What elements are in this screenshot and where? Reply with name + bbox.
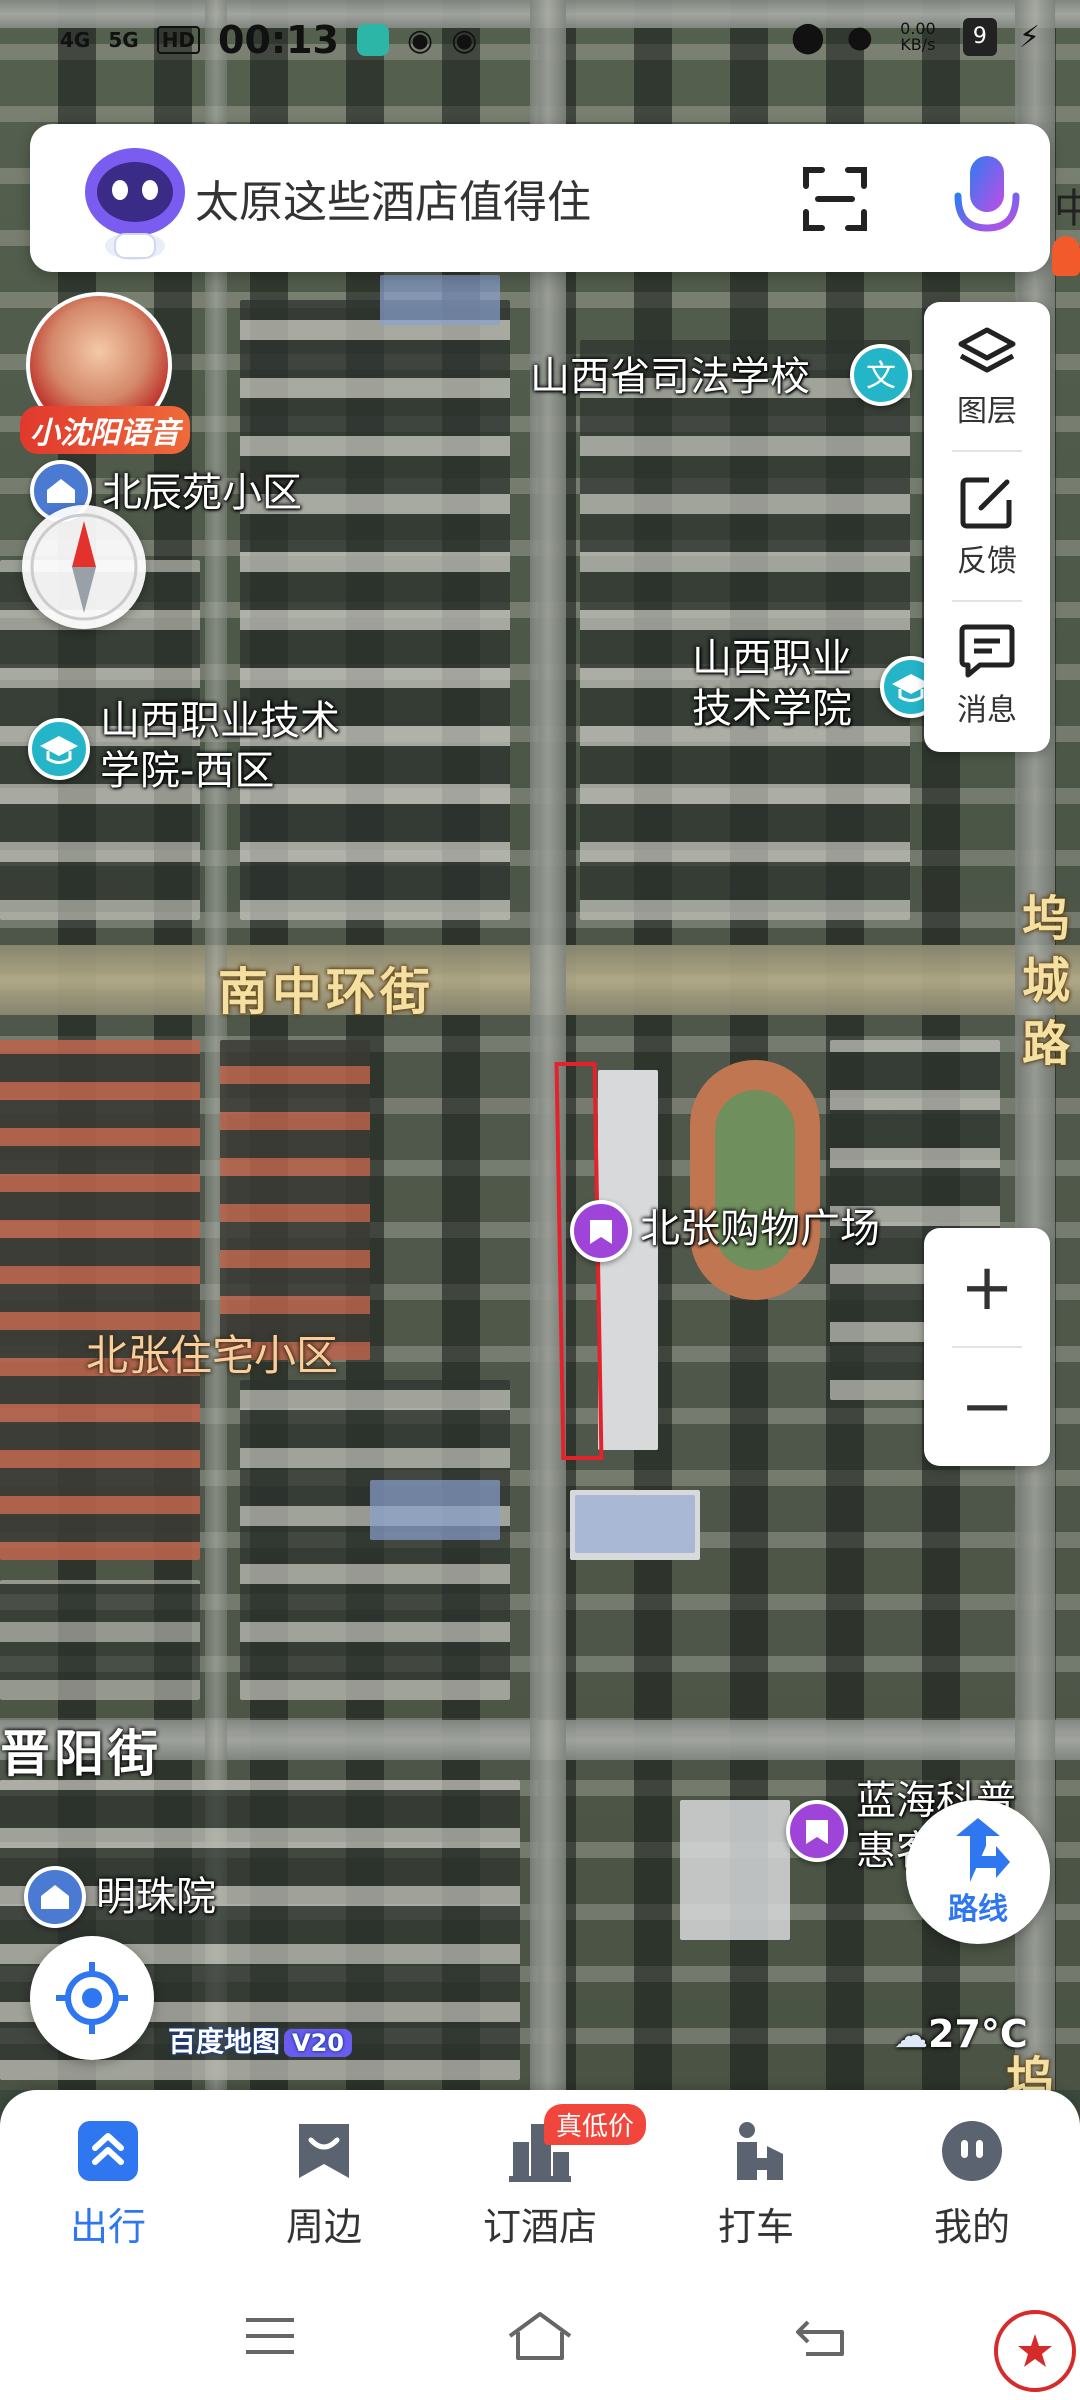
feedback-button[interactable]: 反馈 <box>924 457 1050 597</box>
voice-assistant-label[interactable]: 小沈阳语音 <box>20 406 190 454</box>
messages-label: 消息 <box>957 693 1017 728</box>
blue-roof <box>575 1495 695 1553</box>
nav-hotel-label: 订酒店 <box>482 2205 597 2249</box>
bottom-nav: 出行 周边 订酒店 打车 我的 <box>0 2090 1080 2270</box>
layers-icon <box>958 327 1016 373</box>
nav-profile[interactable]: 我的 <box>882 2118 1062 2258</box>
brand-version: V20 <box>284 2029 352 2057</box>
shopping-pin-icon[interactable] <box>570 1200 632 1262</box>
district-label-beizhang: 北张住宅小区 <box>86 1331 339 1380</box>
school-pin-icon[interactable]: 文 <box>850 344 912 406</box>
back-icon[interactable] <box>792 2308 852 2364</box>
feedback-edit-icon <box>960 477 1012 529</box>
poi-label-shanxi-vocational-west[interactable]: 山西职业技术 学院-西区 <box>100 696 340 796</box>
battery-icon: 9 <box>962 18 997 56</box>
search-input[interactable]: 太原这些酒店值得住 <box>195 166 591 230</box>
profile-icon <box>942 2121 1002 2181</box>
poi-label-beizhang-mall[interactable]: 北张购物广场 <box>640 1204 880 1254</box>
weather-widget[interactable]: ☁27°C <box>894 2012 1028 2056</box>
nav-nearby-label: 周边 <box>285 2205 362 2249</box>
school-pin-icon[interactable] <box>28 718 90 780</box>
search-bar[interactable]: 太原这些酒店值得住 <box>30 124 1050 272</box>
poi-label-shanxi-vocational[interactable]: 山西职业 技术学院 <box>692 634 852 734</box>
location-icon: ⬤ <box>791 19 825 55</box>
divider <box>952 450 1022 452</box>
signal-4g: 4G <box>60 28 91 52</box>
partial-edge-text: 中 <box>1054 186 1080 232</box>
red-roof-block <box>0 1040 200 1560</box>
promo-badge: 真低价 <box>544 2104 647 2145</box>
road-label-wucheng: 坞城路 <box>1022 891 1075 1072</box>
message-icon <box>959 624 1015 678</box>
my-location-button[interactable] <box>30 1936 154 2060</box>
feedback-label: 反馈 <box>957 544 1017 579</box>
location-notify-icon: ◉ <box>451 22 478 58</box>
nav-nearby[interactable]: 周边 <box>234 2118 414 2258</box>
compass-button[interactable] <box>22 505 146 629</box>
nearby-icon <box>299 2124 349 2178</box>
shopping-pin-icon[interactable] <box>786 1800 848 1862</box>
market-roof <box>680 1800 790 1940</box>
microphone-icon[interactable] <box>942 150 1032 250</box>
blue-roof <box>380 275 500 325</box>
road-label-jinyang: 晋阳街 <box>0 1725 162 1783</box>
red-roof-block <box>220 1040 370 1360</box>
compass-icon <box>30 513 138 621</box>
building-block <box>240 1380 510 1700</box>
travel-icon <box>78 2121 138 2181</box>
location-notify-icon: ◉ <box>407 22 434 58</box>
layers-button[interactable]: 图层 <box>924 308 1050 448</box>
layers-label: 图层 <box>957 394 1017 429</box>
center-road <box>530 0 566 2090</box>
scan-icon[interactable] <box>800 164 870 234</box>
map-screen: 山西省司法学校 文 北辰苑小区 山西职业 技术学院 山西职业技术 学院-西区 南… <box>0 0 1080 2400</box>
road-label-nanzhonghuan: 南中环街 <box>218 963 434 1021</box>
cloud-icon: ☁ <box>894 2016 928 2056</box>
zoom-out-button[interactable]: − <box>924 1347 1050 1466</box>
menu-icon[interactable] <box>240 2308 300 2364</box>
building-block <box>580 340 910 920</box>
brand-name: 百度地图 <box>168 2025 281 2058</box>
route-arrow-icon <box>956 1818 1010 1882</box>
hd-badge: HD <box>156 26 201 54</box>
baidu-map-logo: 百度地图 V20 <box>168 2020 352 2060</box>
svg-text:文: 文 <box>866 359 896 394</box>
net-speed: 0.00 KB/s <box>900 19 936 54</box>
watermark-stamp-icon <box>994 2310 1076 2392</box>
nav-taxi-label: 打车 <box>717 2205 794 2249</box>
nav-taxi[interactable]: 打车 <box>666 2118 846 2258</box>
nav-travel[interactable]: 出行 <box>18 2118 198 2258</box>
building-block <box>240 300 510 920</box>
route-label: 路线 <box>948 1892 1008 1927</box>
nav-profile-label: 我的 <box>933 2205 1010 2249</box>
clock: 00:13 <box>218 18 339 62</box>
home-icon[interactable] <box>504 2308 576 2364</box>
nav-travel-label: 出行 <box>69 2205 146 2249</box>
temperature: 27°C <box>928 2012 1028 2056</box>
mic-status-icon: ● <box>846 19 873 55</box>
locate-crosshair-icon <box>56 1962 128 2034</box>
zoom-in-button[interactable]: + <box>924 1228 1050 1347</box>
zoom-controls: + − <box>924 1228 1050 1466</box>
app-notification-icon <box>357 24 389 56</box>
residential-pin-icon[interactable] <box>24 1866 86 1928</box>
charging-icon: ⚡ <box>1018 19 1040 55</box>
blue-roof <box>370 1480 500 1540</box>
taxi-icon <box>737 2122 783 2180</box>
map-tools-panel: 图层 反馈 消息 <box>924 302 1050 752</box>
poi-label-shanxi-judicial-school[interactable]: 山西省司法学校 <box>530 352 810 402</box>
assistant-robot-icon[interactable] <box>70 134 200 264</box>
poi-label-mingzhuyuan[interactable]: 明珠院 <box>96 1872 216 1922</box>
status-bar: 4G 5G HD 00:13 ◉ ◉ ⬤ ● 0.00 KB/s 9 ⚡ <box>0 0 1080 80</box>
system-nav-bar <box>0 2270 1080 2400</box>
route-button[interactable]: 路线 <box>906 1800 1050 1944</box>
messages-button[interactable]: 消息 <box>924 606 1050 746</box>
hot-flame-icon[interactable] <box>1052 236 1080 276</box>
divider <box>952 600 1022 602</box>
signal-5g: 5G <box>108 28 139 52</box>
building-block <box>0 1580 200 1700</box>
